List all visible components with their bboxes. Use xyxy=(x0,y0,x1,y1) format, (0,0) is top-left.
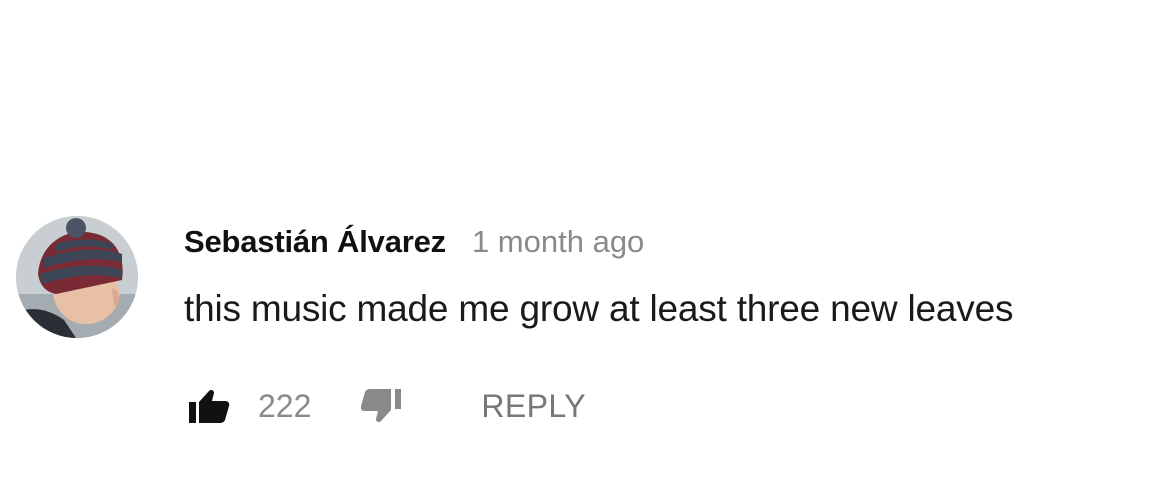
avatar[interactable] xyxy=(16,216,138,338)
like-count: 222 xyxy=(258,387,312,424)
reply-button[interactable]: REPLY xyxy=(481,388,586,425)
author-name[interactable]: Sebastián Álvarez xyxy=(184,224,446,260)
comment: Sebastián Álvarez 1 month ago this music… xyxy=(16,216,1156,446)
comment-timestamp[interactable]: 1 month ago xyxy=(472,224,644,260)
comment-text: this music made me grow at least three n… xyxy=(184,288,1014,329)
comment-header: Sebastián Álvarez 1 month ago xyxy=(184,224,644,268)
thumbs-down-icon xyxy=(361,389,402,423)
like-button[interactable] xyxy=(186,384,232,428)
dislike-button[interactable] xyxy=(359,384,405,428)
comment-actions: 222 REPLY xyxy=(186,384,586,428)
thumbs-up-icon xyxy=(189,389,230,423)
